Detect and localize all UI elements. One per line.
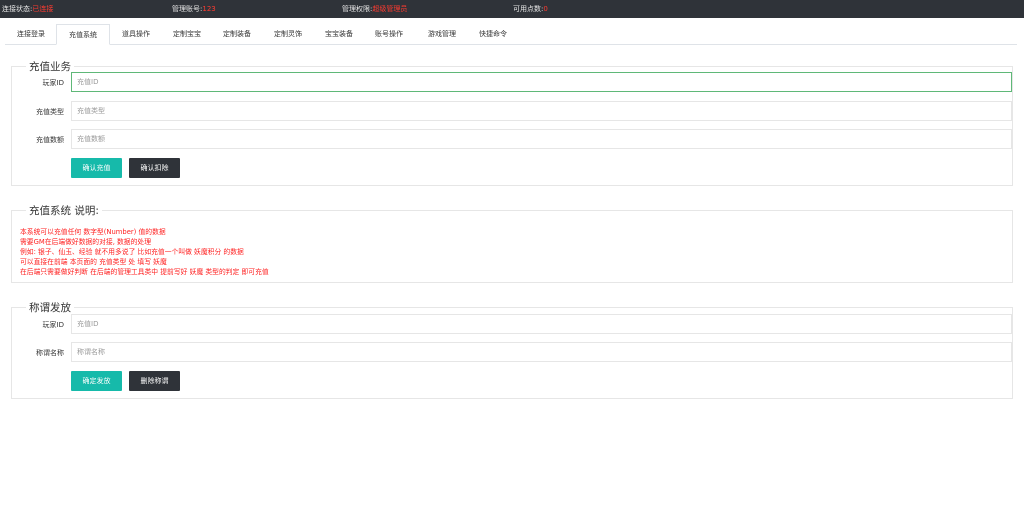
available-points: 可用点数:0	[513, 4, 548, 14]
recharge-player-id-input[interactable]: 充值ID	[71, 72, 1012, 92]
title-grant-panel-title: 称谓发放	[26, 300, 74, 315]
note-line: 可以直接在前端 本页面的 充值类型 处 填写 妖魔	[20, 258, 167, 266]
note-line: 需要GM在后端做好数据的对接, 数据的处理	[20, 238, 151, 246]
connection-status: 连接状态:已连接	[2, 4, 53, 14]
title-player-id-placeholder: 充值ID	[77, 320, 99, 328]
delete-title-button[interactable]: 删除称谓	[129, 371, 180, 391]
admin-permission: 管理权限:超级管理员	[342, 4, 407, 14]
tab-game-management[interactable]: 游戏管理	[415, 24, 469, 44]
title-name-placeholder: 称谓名称	[77, 348, 105, 356]
tab-custom-equipment[interactable]: 定制装备	[212, 24, 262, 44]
tab-connect-login[interactable]: 连接登录	[8, 24, 54, 44]
connection-status-value: 已连接	[32, 5, 54, 13]
note-line: 例如: 银子、仙玉、经验 就不用多说了 比如充值一个叫做 妖魔积分 的数据	[20, 248, 244, 256]
title-name-label: 称谓名称	[36, 349, 64, 357]
tab-bar: 连接登录 充值系统 道具操作 定制宝宝 定制装备 定制灵饰 宝宝装备 账号操作 …	[5, 24, 1017, 45]
admin-account-label: 管理账号:	[172, 5, 203, 13]
available-points-label: 可用点数:	[513, 5, 544, 13]
confirm-recharge-button[interactable]: 确认充值	[71, 158, 122, 178]
admin-permission-value: 超级管理员	[372, 5, 408, 13]
note-line: 本系统可以充值任何 数字型(Number) 值的数据	[20, 228, 166, 236]
available-points-value: 0	[543, 5, 548, 13]
title-player-id-input[interactable]: 充值ID	[71, 314, 1012, 334]
confirm-deduct-button[interactable]: 确认扣除	[129, 158, 180, 178]
note-line: 在后端只需要做好判断 在后端的管理工具类中 提前写好 妖魔 类型的判定 即可充值	[20, 268, 269, 276]
recharge-type-input[interactable]: 充值类型	[71, 101, 1012, 121]
recharge-notes-title: 充值系统 说明:	[26, 203, 102, 218]
tab-custom-ornament[interactable]: 定制灵饰	[263, 24, 313, 44]
recharge-amount-placeholder: 充值数额	[77, 135, 105, 143]
admin-account-value: 123	[202, 5, 216, 13]
grant-title-button[interactable]: 确定发放	[71, 371, 122, 391]
tab-account-ops[interactable]: 账号操作	[364, 24, 414, 44]
recharge-amount-label: 充值数额	[36, 136, 64, 144]
recharge-panel-title: 充值业务	[26, 59, 74, 74]
title-player-label: 玩家ID	[42, 321, 64, 329]
recharge-type-placeholder: 充值类型	[77, 107, 105, 115]
tab-custom-pet[interactable]: 定制宝宝	[162, 24, 212, 44]
connection-status-label: 连接状态:	[2, 5, 33, 13]
recharge-type-label: 充值类型	[36, 108, 64, 116]
tab-item-ops[interactable]: 道具操作	[111, 24, 161, 44]
status-bar: 连接状态:已连接 管理账号:123 管理权限:超级管理员 可用点数:0	[0, 0, 1024, 18]
recharge-player-id-placeholder: 充值ID	[77, 78, 99, 86]
tab-pet-equipment[interactable]: 宝宝装备	[314, 24, 364, 44]
admin-permission-label: 管理权限:	[342, 5, 373, 13]
recharge-player-label: 玩家ID	[42, 79, 64, 87]
tab-recharge-system[interactable]: 充值系统	[56, 24, 110, 45]
recharge-amount-input[interactable]: 充值数额	[71, 129, 1012, 149]
admin-account: 管理账号:123	[172, 4, 216, 14]
title-name-input[interactable]: 称谓名称	[71, 342, 1012, 362]
tab-quick-commands[interactable]: 快捷命令	[468, 24, 518, 44]
